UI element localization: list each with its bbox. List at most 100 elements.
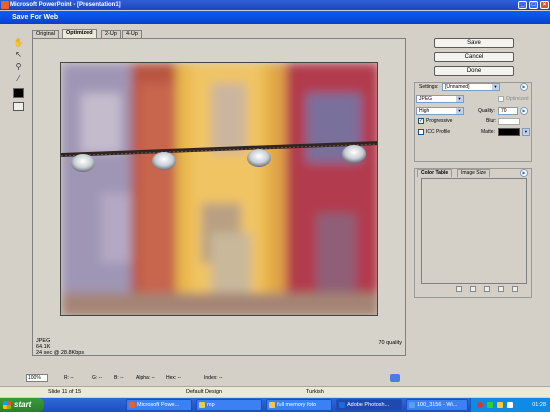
taskbar-item-photoshop[interactable]: Adobe Photosh...: [336, 399, 402, 411]
eyedropper-tool-icon[interactable]: ⁄: [13, 74, 24, 84]
format-value: JPEG: [419, 96, 433, 102]
optimized-checkbox[interactable]: [498, 96, 504, 102]
minimize-button[interactable]: _: [518, 1, 527, 9]
chevron-down-icon[interactable]: ▼: [522, 128, 530, 136]
quality-value: 70: [501, 108, 507, 114]
design-name: Default Design: [186, 389, 223, 395]
quality-input[interactable]: 70: [498, 107, 518, 115]
map-transparency-icon[interactable]: [456, 286, 462, 292]
status-hex: Hex: --: [166, 375, 181, 381]
info-quality: 70 quality: [378, 340, 402, 346]
quality-slider-icon[interactable]: ▶: [520, 107, 528, 115]
settings-preset-select[interactable]: [Unnamed] ▼: [442, 83, 500, 91]
start-button[interactable]: start: [0, 398, 44, 412]
settings-label: Settings:: [419, 84, 439, 90]
folder-icon: [199, 402, 205, 408]
color-table-menu-icon[interactable]: ▶: [520, 169, 528, 177]
optimized-label: Optimized: [506, 96, 529, 102]
progressive-checkbox[interactable]: ✓: [418, 118, 424, 124]
chevron-down-icon: ▼: [456, 96, 463, 102]
powerpoint-icon: [1, 1, 9, 9]
taskbar-item-label: full memory foto: [277, 402, 317, 408]
hand-tool-icon[interactable]: ✋: [13, 38, 24, 48]
tray-app-icon[interactable]: [477, 402, 483, 408]
start-label: start: [14, 400, 32, 409]
optimize-menu-icon[interactable]: ▶: [520, 83, 528, 91]
tab-optimized[interactable]: Optimized: [62, 29, 97, 38]
tab-color-table[interactable]: Color Table: [417, 169, 453, 177]
chevron-down-icon: ▼: [456, 108, 463, 114]
taskbar-item-label: Adobe Photosh...: [347, 402, 390, 408]
taskbar-item-mp-folder[interactable]: mp: [196, 399, 262, 411]
slide-indicator: Slide 11 of 15: [48, 389, 82, 395]
water-drop: [71, 154, 95, 172]
icc-profile-checkbox[interactable]: [418, 129, 424, 135]
water-drop: [342, 145, 366, 163]
system-tray: 01:28: [470, 398, 550, 412]
tab-4-up[interactable]: 4-Up: [122, 30, 142, 38]
taskbar-item-full-memory-folder[interactable]: full memory foto: [266, 399, 332, 411]
taskbar-item-image-viewer[interactable]: 100_3156 - Wi...: [406, 399, 468, 411]
dialog-title-bar: Save For Web: [0, 11, 550, 24]
folder-icon: [269, 402, 275, 408]
taskbar-item-label: mp: [207, 402, 215, 408]
zoom-tool-icon[interactable]: ⚲: [13, 62, 24, 72]
dialog-title: Save For Web: [12, 14, 59, 21]
status-b: B: --: [114, 375, 124, 381]
icc-profile-label: ICC Profile: [426, 129, 451, 135]
maximize-button[interactable]: □: [529, 1, 538, 9]
status-r: R: --: [64, 375, 74, 381]
tab-2-up[interactable]: 2-Up: [101, 30, 121, 38]
toggle-slices-icon[interactable]: [13, 102, 24, 111]
taskbar-item-label: 100_3156 - Wi...: [417, 402, 458, 408]
progressive-label: Progressive: [426, 118, 453, 124]
preview-in-browser-icon[interactable]: [390, 374, 400, 382]
water-drop: [247, 149, 271, 167]
tray-app-icon[interactable]: [487, 402, 493, 408]
powerpoint-status-bar: Slide 11 of 15 Default Design Turkish: [0, 386, 550, 397]
zoom-select[interactable]: 100%: [26, 374, 48, 382]
taskbar-item-label: Microsoft Powe...: [137, 402, 180, 408]
toolbox: ✋ ↖ ⚲ ⁄: [12, 38, 26, 118]
powerpoint-title: Microsoft PowerPoint - [Presentation1]: [10, 2, 121, 8]
preview-image[interactable]: [60, 62, 378, 316]
matte-label: Matte:: [481, 129, 495, 135]
trash-icon[interactable]: [512, 286, 518, 292]
color-table-grid[interactable]: [421, 178, 527, 284]
save-button[interactable]: Save: [434, 38, 514, 48]
cancel-button[interactable]: Cancel: [434, 52, 514, 62]
format-select[interactable]: JPEG ▼: [416, 95, 464, 103]
taskbar-item-powerpoint[interactable]: Microsoft Powe...: [126, 399, 192, 411]
status-g: G: --: [92, 375, 102, 381]
compression-value: High: [419, 108, 430, 114]
taskbar: start Microsoft Powe... mp full memory f…: [0, 398, 550, 412]
tab-image-size[interactable]: Image Size: [457, 169, 491, 177]
web-snap-icon[interactable]: [470, 286, 476, 292]
settings-preset-value: [Unnamed]: [445, 84, 470, 90]
tray-app-icon[interactable]: [497, 402, 503, 408]
status-alpha: Alpha: --: [136, 375, 155, 381]
eyedropper-color-swatch[interactable]: [13, 88, 24, 98]
matte-color-swatch[interactable]: [498, 128, 520, 136]
compression-quality-select[interactable]: High ▼: [416, 107, 464, 115]
tab-original[interactable]: Original: [32, 30, 59, 38]
blur-input[interactable]: [498, 118, 520, 125]
volume-icon[interactable]: [507, 402, 513, 408]
done-button[interactable]: Done: [434, 66, 514, 76]
slice-select-tool-icon[interactable]: ↖: [13, 50, 24, 60]
quality-label: Quality:: [478, 108, 495, 114]
water-drop: [152, 152, 176, 170]
blur-label: Blur:: [486, 118, 497, 124]
image-viewer-icon: [409, 402, 415, 408]
dialog-status-bar: 100% R: -- G: -- B: -- Alpha: -- Hex: --…: [26, 374, 406, 383]
lock-color-icon[interactable]: [484, 286, 490, 292]
status-index: Index: --: [204, 375, 223, 381]
raindrops-photo: [61, 63, 377, 315]
new-color-icon[interactable]: [498, 286, 504, 292]
powerpoint-icon: [129, 402, 135, 408]
optimized-info: JPEG 64.1K 24 sec @ 28.8Kbps 70 quality: [36, 338, 404, 356]
info-download-time: 24 sec @ 28.8Kbps: [36, 350, 85, 356]
windows-logo-icon: [3, 401, 11, 409]
close-button[interactable]: ×: [540, 1, 549, 9]
chevron-down-icon: ▼: [492, 84, 499, 90]
